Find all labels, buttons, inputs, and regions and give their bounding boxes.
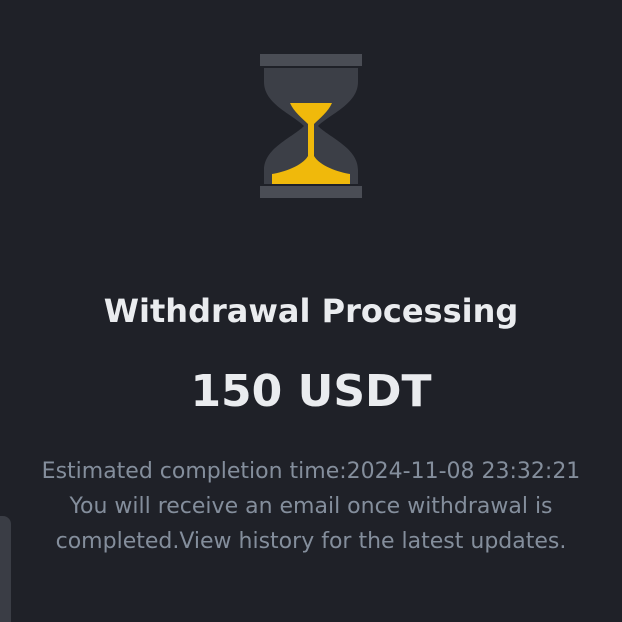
status-details: Estimated completion time:2024-11-08 23:… [10, 454, 612, 559]
email-notice-line-1: You will receive an email once withdrawa… [69, 494, 553, 519]
status-title: Withdrawal Processing [103, 292, 519, 330]
withdrawal-amount: 150 USDT [190, 366, 432, 417]
estimated-completion-text: Estimated completion time:2024-11-08 23:… [41, 459, 581, 484]
side-panel-handle[interactable] [0, 516, 11, 622]
hourglass-icon [260, 54, 362, 198]
withdrawal-status-screen: Withdrawal Processing 150 USDT Estimated… [0, 0, 622, 622]
email-notice-line-2: completed.View history for the latest up… [55, 529, 567, 554]
